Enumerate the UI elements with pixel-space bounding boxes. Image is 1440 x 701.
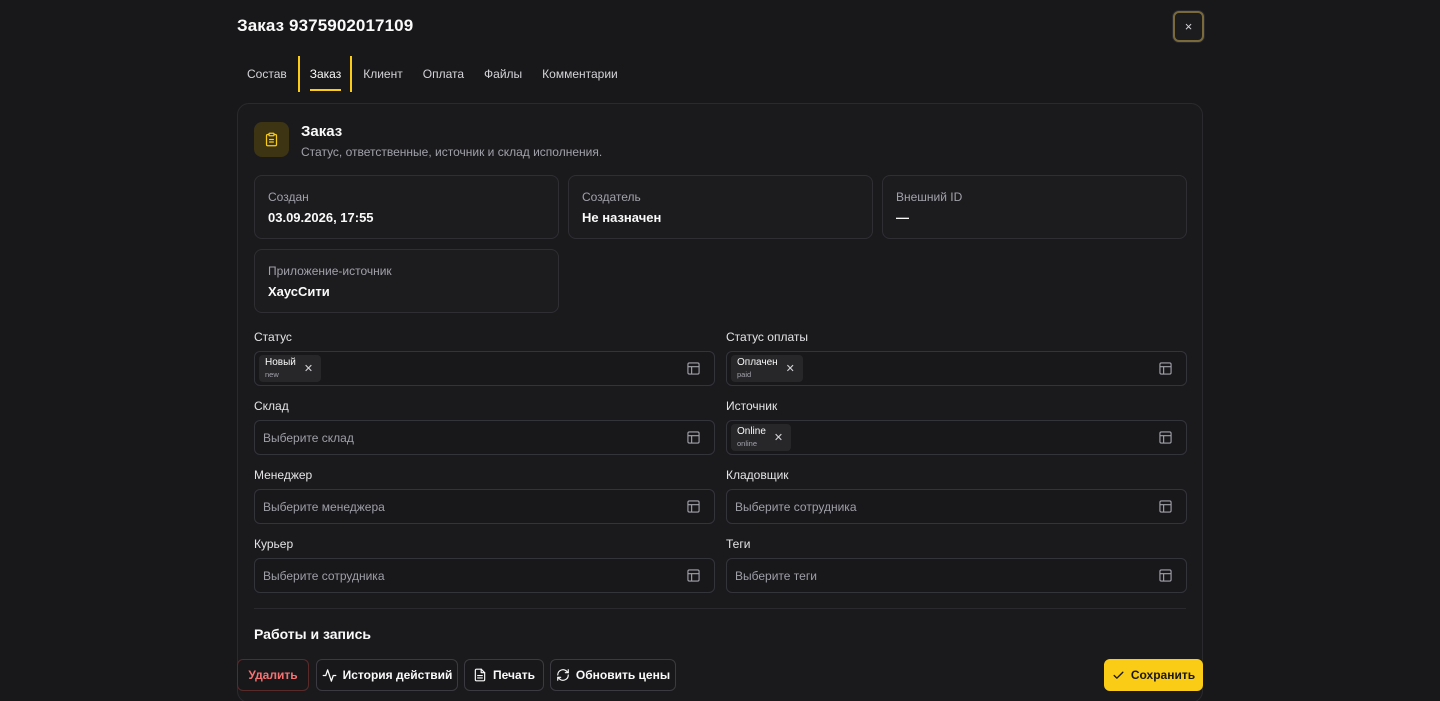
modal-footer: Удалить История действий Печать Обновить…: [237, 659, 1203, 691]
activity-icon: [322, 668, 336, 682]
section-subtitle: Статус, ответственные, источник и склад …: [301, 145, 603, 159]
storekeeper-select[interactable]: Выберите сотрудника: [726, 489, 1187, 524]
document-icon: [474, 668, 486, 682]
table-icon[interactable]: [687, 500, 700, 513]
chip-label: Online: [737, 426, 766, 438]
info-value: Не назначен: [582, 210, 662, 225]
warehouse-label: Склад: [254, 399, 289, 413]
modal-title: Заказ 9375902017109: [237, 16, 414, 35]
remove-chip-icon[interactable]: ✕: [786, 362, 795, 375]
info-label: Внешний ID: [896, 190, 963, 204]
status-select[interactable]: Новый new ✕: [254, 351, 715, 386]
table-icon[interactable]: [1159, 500, 1172, 513]
manager-label: Менеджер: [254, 468, 313, 482]
delete-button-label: Удалить: [248, 668, 298, 682]
chip-label: Новый: [265, 357, 296, 369]
save-button[interactable]: Сохранить: [1104, 659, 1203, 691]
tab-client[interactable]: Клиент: [353, 56, 413, 92]
info-source-app: Приложение-источник ХаусСити: [254, 249, 559, 313]
tags-label: Теги: [726, 537, 751, 551]
info-value: —: [896, 210, 909, 225]
save-button-label: Сохранить: [1130, 668, 1196, 682]
refresh-icon: [557, 669, 569, 681]
update-prices-button-label: Обновить цены: [575, 668, 671, 682]
warehouse-placeholder: Выберите склад: [263, 430, 354, 445]
order-modal: Заказ 9375902017109 × Состав Заказ Клиен…: [237, 0, 1204, 701]
update-prices-button[interactable]: Обновить цены: [550, 659, 676, 691]
chip-code: new: [265, 370, 279, 380]
info-creator: Создатель Не назначен: [568, 175, 873, 239]
storekeeper-placeholder: Выберите сотрудника: [735, 499, 857, 514]
check-icon: [1113, 671, 1124, 679]
tab-bar: Состав Заказ Клиент Оплата Файлы Коммент…: [237, 56, 628, 92]
tags-select[interactable]: Выберите теги: [726, 558, 1187, 593]
status-label: Статус: [254, 330, 292, 344]
table-icon[interactable]: [687, 569, 700, 582]
courier-select[interactable]: Выберите сотрудника: [254, 558, 715, 593]
status-chip: Новый new ✕: [259, 355, 322, 382]
source-select[interactable]: Online online ✕: [726, 420, 1187, 455]
tags-placeholder: Выберите теги: [735, 568, 817, 583]
print-button[interactable]: Печать: [464, 659, 544, 691]
history-button-label: История действий: [342, 668, 453, 682]
storekeeper-label: Кладовщик: [726, 468, 789, 482]
works-section-title: Работы и запись: [254, 626, 372, 642]
courier-placeholder: Выберите сотрудника: [263, 568, 385, 583]
tab-order[interactable]: Заказ: [297, 56, 353, 92]
manager-placeholder: Выберите менеджера: [263, 499, 385, 514]
payment-status-label: Статус оплаты: [726, 330, 808, 344]
clipboard-icon: [254, 122, 289, 157]
tab-composition[interactable]: Состав: [237, 56, 297, 92]
table-icon[interactable]: [1159, 362, 1172, 375]
source-label: Источник: [726, 399, 778, 413]
info-value: 03.09.2026, 17:55: [268, 210, 374, 225]
delete-button[interactable]: Удалить: [237, 659, 309, 691]
info-external-id: Внешний ID —: [882, 175, 1187, 239]
print-button-label: Печать: [493, 668, 535, 682]
info-created: Создан 03.09.2026, 17:55: [254, 175, 559, 239]
order-section-card: Заказ Статус, ответственные, источник и …: [237, 103, 1203, 701]
section-title: Заказ: [301, 123, 343, 140]
manager-select[interactable]: Выберите менеджера: [254, 489, 715, 524]
tab-files[interactable]: Файлы: [474, 56, 532, 92]
chip-code: paid: [737, 370, 752, 380]
warehouse-select[interactable]: Выберите склад: [254, 420, 715, 455]
history-button[interactable]: История действий: [316, 659, 458, 691]
divider: [254, 608, 1186, 609]
remove-chip-icon[interactable]: ✕: [304, 362, 313, 375]
table-icon[interactable]: [1159, 431, 1172, 444]
close-icon: ×: [1184, 19, 1193, 34]
info-label: Приложение-источник: [268, 264, 392, 278]
payment-status-chip: Оплачен paid ✕: [731, 355, 803, 382]
courier-label: Курьер: [254, 537, 294, 551]
tab-comments[interactable]: Комментарии: [532, 56, 628, 92]
table-icon[interactable]: [687, 362, 700, 375]
chip-label: Оплачен: [737, 357, 778, 369]
chip-code: online: [737, 439, 758, 449]
remove-chip-icon[interactable]: ✕: [774, 431, 783, 444]
table-icon[interactable]: [687, 431, 700, 444]
info-label: Создан: [268, 190, 309, 204]
info-value: ХаусСити: [268, 284, 330, 299]
source-chip: Online online ✕: [731, 424, 792, 451]
close-button[interactable]: ×: [1173, 11, 1204, 42]
payment-status-select[interactable]: Оплачен paid ✕: [726, 351, 1187, 386]
info-label: Создатель: [582, 190, 641, 204]
tab-payment[interactable]: Оплата: [413, 56, 474, 92]
table-icon[interactable]: [1159, 569, 1172, 582]
